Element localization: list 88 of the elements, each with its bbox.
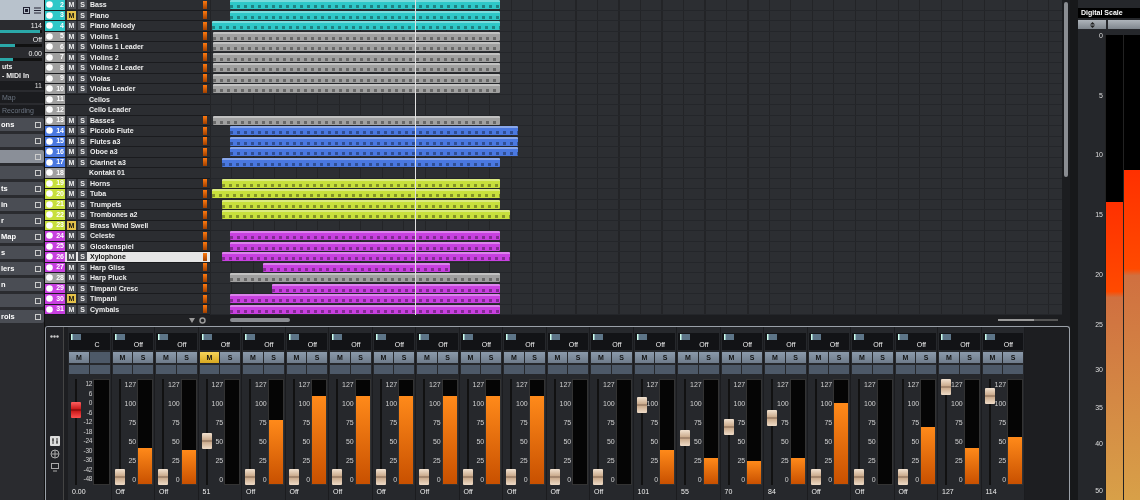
section-icon: [35, 153, 41, 160]
midi-clip[interactable]: [230, 136, 518, 146]
inspector-section[interactable]: [0, 294, 44, 307]
midi-clip[interactable]: [272, 283, 500, 293]
section-icon: [35, 297, 41, 304]
fader-handle[interactable]: [375, 469, 386, 485]
fader-handle[interactable]: [723, 419, 734, 436]
midi-clip[interactable]: [222, 178, 500, 188]
globe-icon[interactable]: [49, 449, 60, 459]
inspector-section[interactable]: [0, 134, 44, 147]
midi-clip[interactable]: [213, 31, 500, 41]
midi-clip[interactable]: [213, 42, 500, 52]
knob-icon[interactable]: [288, 334, 299, 340]
section-icon: [35, 169, 41, 176]
midi-clip[interactable]: [213, 73, 500, 83]
list-icon[interactable]: [34, 6, 41, 14]
fader-handle[interactable]: [767, 409, 777, 426]
fader-handle[interactable]: [462, 469, 473, 485]
midi-clip[interactable]: [222, 252, 510, 262]
fader-handle[interactable]: [984, 388, 995, 404]
knob-icon[interactable]: [375, 334, 386, 340]
inspector-section[interactable]: [0, 166, 44, 179]
midi-clip[interactable]: [230, 273, 500, 283]
midi-clip[interactable]: [212, 189, 500, 199]
section-icon: [35, 313, 41, 320]
fader-handle[interactable]: [245, 469, 255, 485]
fader-handle[interactable]: [680, 430, 690, 447]
midi-clip[interactable]: [230, 294, 500, 304]
midi-clip[interactable]: [222, 199, 500, 209]
midi-clip[interactable]: [230, 241, 500, 251]
section-icon: [35, 249, 41, 256]
section-icon: [35, 265, 41, 272]
knob-icon[interactable]: [636, 334, 647, 340]
midi-clip[interactable]: [222, 210, 510, 220]
fader-handle[interactable]: [288, 469, 299, 485]
up-down-icon: [1089, 21, 1095, 28]
midi-clip[interactable]: [213, 84, 500, 94]
fader-handle[interactable]: [158, 469, 168, 485]
scale-selector[interactable]: [1078, 20, 1106, 29]
section-icon: [35, 201, 41, 208]
fader-icon[interactable]: [49, 436, 60, 446]
caret-icon[interactable]: [189, 317, 195, 323]
fader-handle[interactable]: [332, 469, 342, 485]
midi-clip[interactable]: [263, 262, 450, 272]
midi-clip[interactable]: [213, 115, 500, 125]
knob-icon[interactable]: [723, 334, 734, 340]
midi-clip[interactable]: [222, 157, 500, 167]
section-icon: [35, 281, 41, 288]
fader-handle[interactable]: [114, 469, 125, 485]
settings-icon[interactable]: [199, 316, 206, 324]
midi-clip[interactable]: [230, 231, 500, 241]
section-icon: [35, 233, 41, 240]
slider[interactable]: [0, 44, 42, 47]
fader-handle[interactable]: [810, 469, 821, 485]
knob-icon[interactable]: [984, 334, 995, 340]
slider[interactable]: [0, 58, 42, 61]
section-icon: [35, 217, 41, 224]
fader-handle[interactable]: [897, 469, 908, 485]
midi-clip[interactable]: [230, 0, 500, 10]
fader-handle[interactable]: [549, 469, 560, 485]
fader-handle[interactable]: [593, 469, 603, 485]
knob-icon[interactable]: [114, 334, 125, 340]
midi-clip[interactable]: [212, 21, 500, 31]
scrollbar-thumb[interactable]: [1064, 2, 1068, 177]
knob-icon[interactable]: [462, 334, 473, 340]
midi-clip[interactable]: [230, 147, 518, 157]
section-icon: [35, 121, 41, 128]
fader-handle[interactable]: [506, 469, 516, 485]
section-icon: [35, 137, 41, 144]
fader-handle[interactable]: [71, 401, 81, 418]
midi-clip[interactable]: [230, 304, 500, 314]
grid-icon: [23, 6, 30, 14]
fader-handle[interactable]: [854, 469, 864, 485]
fader-handle[interactable]: [201, 433, 212, 449]
scrollbar-thumb[interactable]: [230, 318, 290, 322]
fader-handle[interactable]: [419, 469, 429, 485]
knob-icon[interactable]: [897, 334, 908, 340]
midi-clip[interactable]: [213, 63, 500, 73]
more-icon[interactable]: [50, 335, 59, 338]
fader-handle[interactable]: [941, 379, 951, 395]
fader-handle[interactable]: [636, 397, 647, 413]
knob-icon[interactable]: [810, 334, 821, 340]
midi-clip[interactable]: [213, 52, 500, 62]
midi-clip[interactable]: [230, 10, 500, 20]
knob-icon[interactable]: [549, 334, 560, 340]
midi-clip[interactable]: [230, 126, 518, 136]
knob-icon[interactable]: [201, 334, 212, 340]
section-icon: [35, 185, 41, 192]
